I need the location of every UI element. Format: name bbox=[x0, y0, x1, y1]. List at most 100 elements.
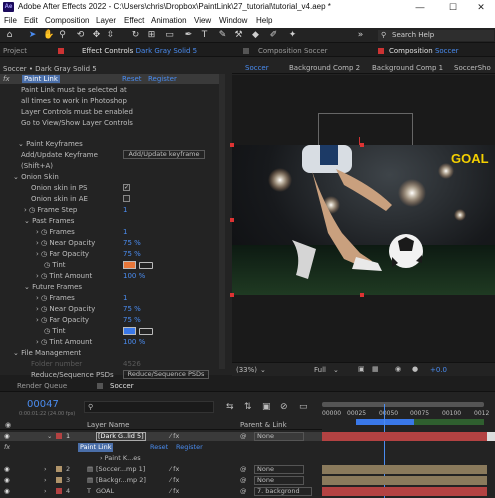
effect-controls-scrollbar[interactable] bbox=[219, 74, 225, 369]
chevron-down-icon[interactable]: ⌄ bbox=[333, 366, 339, 374]
past-far-opacity-value[interactable]: 75 % bbox=[123, 250, 141, 258]
selection-handle[interactable] bbox=[230, 293, 234, 297]
workspace-icon[interactable]: » bbox=[355, 30, 366, 41]
rectangle-tool-icon[interactable]: ▭ bbox=[164, 30, 175, 41]
work-area-bar[interactable] bbox=[322, 402, 484, 407]
eyedropper-icon[interactable] bbox=[139, 328, 153, 335]
layer-row[interactable]: ◉ › 2 ▤ [Soccer...mp 1] ⁄ fx @ None bbox=[0, 465, 322, 474]
pickwhip-icon[interactable]: @ bbox=[240, 476, 247, 485]
menu-view[interactable]: View bbox=[194, 16, 211, 25]
visibility-eye-icon[interactable]: ◉ bbox=[4, 476, 10, 485]
menu-layer[interactable]: Layer bbox=[96, 16, 116, 25]
col-layer-name[interactable]: Layer Name bbox=[87, 421, 129, 429]
onion-skin-ps-checkbox[interactable]: ✓ bbox=[123, 184, 130, 191]
close-icon[interactable] bbox=[97, 383, 103, 389]
region-of-interest-icon[interactable]: ▣ bbox=[358, 365, 365, 373]
chevron-down-icon[interactable]: ⌄ bbox=[260, 366, 266, 374]
effect-reset-link[interactable]: Reset bbox=[150, 443, 168, 452]
menu-animation[interactable]: Animation bbox=[151, 16, 187, 25]
expand-arrow-icon[interactable]: › bbox=[44, 487, 47, 496]
tab-composition-soccer-locked[interactable]: Composition Soccer bbox=[258, 46, 328, 57]
onion-skin-ae-checkbox[interactable] bbox=[123, 195, 130, 202]
graph-editor-icon[interactable]: ▭ bbox=[299, 402, 308, 412]
clone-stamp-tool-icon[interactable]: ⚒ bbox=[233, 30, 244, 41]
puppet-tool-icon[interactable]: ✦ bbox=[287, 30, 298, 41]
menu-effect[interactable]: Effect bbox=[124, 16, 144, 25]
future-far-opacity-value[interactable]: 75 % bbox=[123, 316, 141, 324]
nav-background-comp-1[interactable]: Background Comp 1 bbox=[372, 64, 443, 72]
col-parent-link[interactable]: Parent & Link bbox=[240, 421, 287, 429]
onion-skin-group[interactable]: ⌄ Onion Skin bbox=[13, 173, 59, 181]
future-tint-amount-value[interactable]: 100 % bbox=[123, 338, 145, 346]
layer-switches-icon[interactable]: ⁄ fx bbox=[170, 476, 179, 485]
resolution-dropdown[interactable]: Full bbox=[314, 366, 326, 374]
pen-tool-icon[interactable]: ✒ bbox=[183, 30, 194, 41]
selection-tool-icon[interactable]: ➤ bbox=[27, 30, 38, 41]
frame-blending-icon[interactable]: ▣ bbox=[262, 402, 271, 412]
reset-link[interactable]: Reset bbox=[122, 75, 142, 83]
paint-keyframes-row[interactable]: › Paint K...es bbox=[0, 454, 322, 463]
pan-tool-icon[interactable]: ✥ bbox=[91, 30, 102, 41]
layer-name[interactable]: [Soccer...mp 1] bbox=[96, 465, 145, 474]
file-management-group[interactable]: ⌄ File Management bbox=[13, 349, 81, 357]
nav-soccershot[interactable]: SoccerSho bbox=[454, 64, 491, 72]
menu-edit[interactable]: Edit bbox=[24, 16, 38, 25]
selection-handle[interactable] bbox=[230, 218, 234, 222]
past-tint-color-swatch[interactable] bbox=[123, 261, 136, 269]
layer-label-color[interactable] bbox=[56, 477, 62, 483]
rotation-tool-icon[interactable]: ↻ bbox=[130, 30, 141, 41]
fx-icon[interactable]: fx bbox=[4, 443, 10, 452]
layer-label-color[interactable] bbox=[56, 466, 62, 472]
layer-switches-icon[interactable]: ⁄ fx bbox=[170, 487, 179, 496]
maximize-button[interactable]: ☐ bbox=[438, 0, 468, 14]
future-tint-color-swatch[interactable] bbox=[123, 327, 136, 335]
layer-row[interactable]: ◉ ⌄ 1 [Dark G..lid 5] ⁄ fx @ None bbox=[0, 432, 322, 441]
visibility-eye-icon[interactable]: ◉ bbox=[4, 465, 10, 474]
type-tool-icon[interactable]: T bbox=[199, 30, 210, 41]
selection-handle[interactable] bbox=[230, 143, 234, 147]
menu-file[interactable]: File bbox=[4, 16, 17, 25]
past-frames-value[interactable]: 1 bbox=[123, 228, 127, 236]
effect-name[interactable]: Paint Link bbox=[78, 443, 114, 452]
effect-name[interactable]: Paint Link bbox=[22, 75, 60, 83]
past-near-opacity-value[interactable]: 75 % bbox=[123, 239, 141, 247]
zoom-dropdown[interactable]: (33%) bbox=[236, 366, 257, 374]
layer-name[interactable]: [Dark G..lid 5] bbox=[96, 432, 146, 441]
tab-project[interactable]: Project bbox=[3, 46, 27, 57]
color-channels-icon[interactable]: ● bbox=[412, 365, 418, 373]
add-update-keyframe-button[interactable]: Add/Update keyframe bbox=[123, 150, 205, 159]
pickwhip-icon[interactable]: @ bbox=[240, 487, 247, 496]
layer-row[interactable]: ◉ › 4 T GOAL ⁄ fx @ 7. backgrond bbox=[0, 487, 322, 496]
future-frames-group[interactable]: ⌄ Future Frames bbox=[24, 283, 82, 291]
close-button[interactable]: ✕ bbox=[466, 0, 495, 14]
past-tint-amount-value[interactable]: 100 % bbox=[123, 272, 145, 280]
frame-step-value[interactable]: 1 bbox=[123, 206, 127, 214]
layer-label-color[interactable] bbox=[56, 488, 62, 494]
time-ruler[interactable]: 00000 00025 00050 00075 00100 0012 bbox=[322, 394, 495, 426]
video-frame[interactable]: GOAL bbox=[232, 145, 495, 295]
draft-3d-icon[interactable]: ⇆ bbox=[226, 402, 234, 412]
reduce-sequence-button[interactable]: Reduce/Sequence PSDs bbox=[123, 370, 209, 379]
zoom-tool-icon[interactable]: ⚲ bbox=[57, 30, 68, 41]
paint-keyframes-group[interactable]: ⌄ Paint Keyframes bbox=[18, 140, 83, 148]
layer-duration-bar[interactable] bbox=[322, 487, 487, 496]
orbit-tool-icon[interactable]: ⟲ bbox=[75, 30, 86, 41]
home-icon[interactable]: ⌂ bbox=[4, 30, 15, 41]
menu-window[interactable]: Window bbox=[219, 16, 247, 25]
selection-handle[interactable] bbox=[360, 143, 364, 147]
future-near-opacity-value[interactable]: 75 % bbox=[123, 305, 141, 313]
paint-keyframes-expander[interactable]: › Paint K...es bbox=[100, 454, 141, 463]
dolly-tool-icon[interactable]: ⇳ bbox=[105, 30, 116, 41]
layer-switches-icon[interactable]: ⁄ fx bbox=[170, 465, 179, 474]
roto-brush-tool-icon[interactable]: ✐ bbox=[268, 30, 279, 41]
timeline-search-input[interactable]: ⚲ bbox=[84, 401, 214, 413]
tab-render-queue[interactable]: Render Queue bbox=[17, 381, 67, 392]
brush-tool-icon[interactable]: ✎ bbox=[217, 30, 228, 41]
minimize-button[interactable]: — bbox=[405, 0, 435, 14]
shy-layers-icon[interactable]: ⇅ bbox=[244, 402, 252, 412]
fx-icon[interactable]: fx bbox=[3, 75, 10, 83]
layer-label-color[interactable] bbox=[56, 433, 62, 439]
tab-composition-soccer[interactable]: Composition Soccer bbox=[389, 46, 459, 57]
effect-row[interactable]: fx Paint Link Reset Register bbox=[0, 443, 322, 452]
parent-dropdown[interactable]: None bbox=[254, 476, 304, 485]
